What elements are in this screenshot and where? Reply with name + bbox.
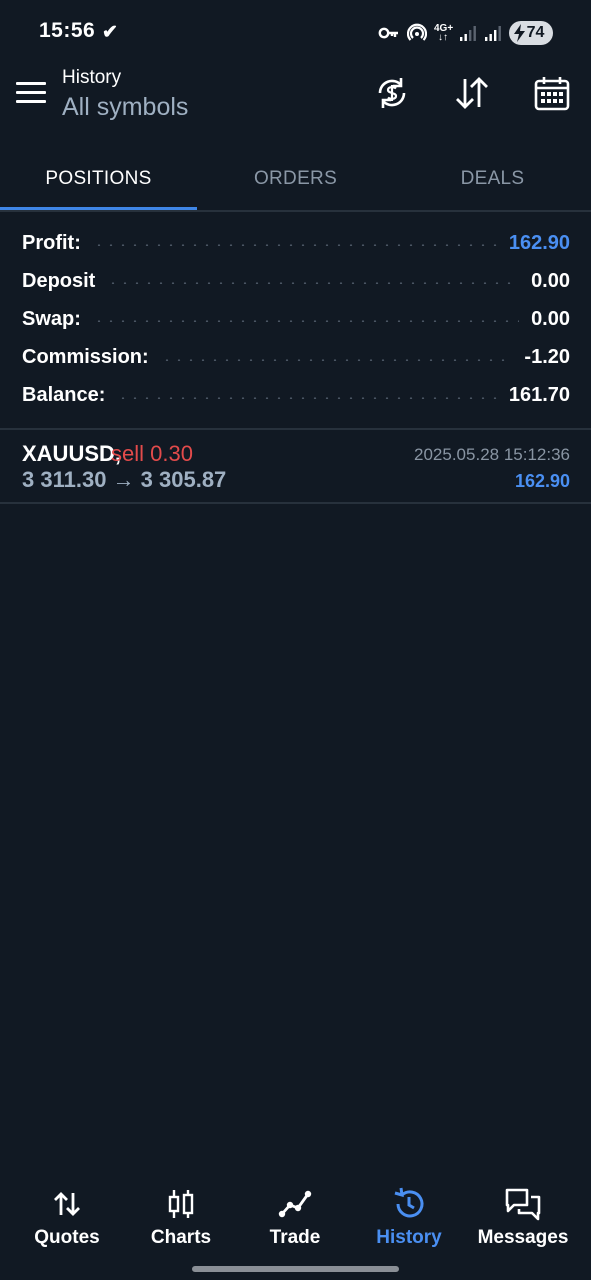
calendar-icon xyxy=(534,77,570,111)
position-time: 2025.05.28 15:12:36 xyxy=(414,445,570,464)
summary-label: Balance: xyxy=(22,384,106,407)
summary-label: Swap: xyxy=(22,307,81,330)
tab-deals[interactable]: DEALS xyxy=(394,148,591,210)
network-4g-icon: 4G+ ↓↑ xyxy=(434,23,454,43)
dotted-leader xyxy=(92,244,497,247)
summary-panel: Profit: 162.90 Deposit 0.00 Swap: 0.00 C… xyxy=(22,224,570,415)
position-prices: 3 311.30 → 3 305.87 xyxy=(22,467,227,492)
nav-charts[interactable]: Charts xyxy=(124,1176,238,1256)
history-screen: 15:56 ✔ 4G+ ↓↑ 74 History All symbols PO… xyxy=(0,0,591,1280)
position-item[interactable]: XAUUSD, sell 0.30 3 311.30 → 3 305.87 20… xyxy=(0,430,591,502)
nav-quotes[interactable]: Quotes xyxy=(10,1176,124,1256)
signal-icon xyxy=(485,26,501,41)
summary-row-profit: Profit: 162.90 xyxy=(22,224,570,262)
summary-row-balance: Balance: 161.70 xyxy=(22,377,570,415)
divider xyxy=(0,502,591,504)
position-side: sell 0.30 xyxy=(111,441,193,466)
dotted-leader xyxy=(117,396,497,399)
messages-chat-icon xyxy=(505,1188,541,1221)
nav-label: Trade xyxy=(269,1227,321,1248)
page-title: History xyxy=(62,67,122,88)
summary-row-commission: Commission: -1.20 xyxy=(22,339,570,377)
status-time: 15:56 xyxy=(39,19,96,42)
signal-icon xyxy=(460,26,476,41)
sync-currency-icon xyxy=(378,78,406,108)
candlestick-chart-icon xyxy=(168,1190,194,1218)
nav-trade[interactable]: Trade xyxy=(238,1176,352,1256)
position-symbol: XAUUSD, xyxy=(22,441,122,466)
summary-value: 0.00 xyxy=(531,269,570,292)
nav-label: Charts xyxy=(150,1227,212,1248)
vpn-key-icon xyxy=(378,27,398,39)
nav-label: History xyxy=(376,1227,442,1248)
battery-charging-icon: 74 xyxy=(509,21,553,45)
battery-level: 74 xyxy=(526,24,545,41)
nav-label: Quotes xyxy=(34,1227,100,1248)
app-bar: History All symbols xyxy=(0,64,591,148)
nav-history[interactable]: History xyxy=(352,1176,466,1256)
summary-value: -1.20 xyxy=(524,346,570,369)
tab-bar: POSITIONS ORDERS DEALS xyxy=(0,148,591,210)
sort-button[interactable] xyxy=(453,73,491,113)
tab-orders[interactable]: ORDERS xyxy=(197,148,394,210)
history-clock-icon xyxy=(394,1187,424,1218)
check-icon: ✔ xyxy=(102,22,118,43)
tab-positions[interactable]: POSITIONS xyxy=(0,148,197,210)
summary-label: Profit: xyxy=(22,231,81,254)
sort-icon xyxy=(456,77,488,109)
summary-row-deposit: Deposit 0.00 xyxy=(22,262,570,300)
nav-label: Messages xyxy=(477,1227,569,1248)
nav-messages[interactable]: Messages xyxy=(466,1176,580,1256)
hotspot-icon xyxy=(407,23,427,41)
bottom-nav: Quotes Charts Trade History Messages xyxy=(0,1176,591,1256)
calendar-button[interactable] xyxy=(533,73,571,113)
app-actions xyxy=(373,73,571,113)
divider xyxy=(0,210,591,212)
status-bar: 15:56 ✔ 4G+ ↓↑ 74 xyxy=(0,0,591,64)
position-profit: 162.90 xyxy=(514,471,570,491)
symbol-filter[interactable]: All symbols xyxy=(62,90,188,124)
title-block[interactable]: History All symbols xyxy=(62,66,188,124)
quotes-arrows-icon xyxy=(54,1192,80,1216)
dotted-leader xyxy=(107,282,520,285)
summary-value: 162.90 xyxy=(508,231,570,254)
summary-value: 161.70 xyxy=(508,384,570,407)
summary-label: Deposit xyxy=(22,269,96,292)
trade-line-icon xyxy=(278,1190,312,1218)
dotted-leader xyxy=(160,358,513,361)
dotted-leader xyxy=(92,320,520,323)
home-indicator[interactable] xyxy=(192,1266,399,1272)
sync-currency-button[interactable] xyxy=(373,73,411,113)
menu-button[interactable] xyxy=(16,82,46,106)
summary-label: Commission: xyxy=(22,346,149,369)
summary-row-swap: Swap: 0.00 xyxy=(22,300,570,338)
status-icons: 4G+ ↓↑ 74 xyxy=(378,20,553,46)
summary-value: 0.00 xyxy=(531,307,570,330)
